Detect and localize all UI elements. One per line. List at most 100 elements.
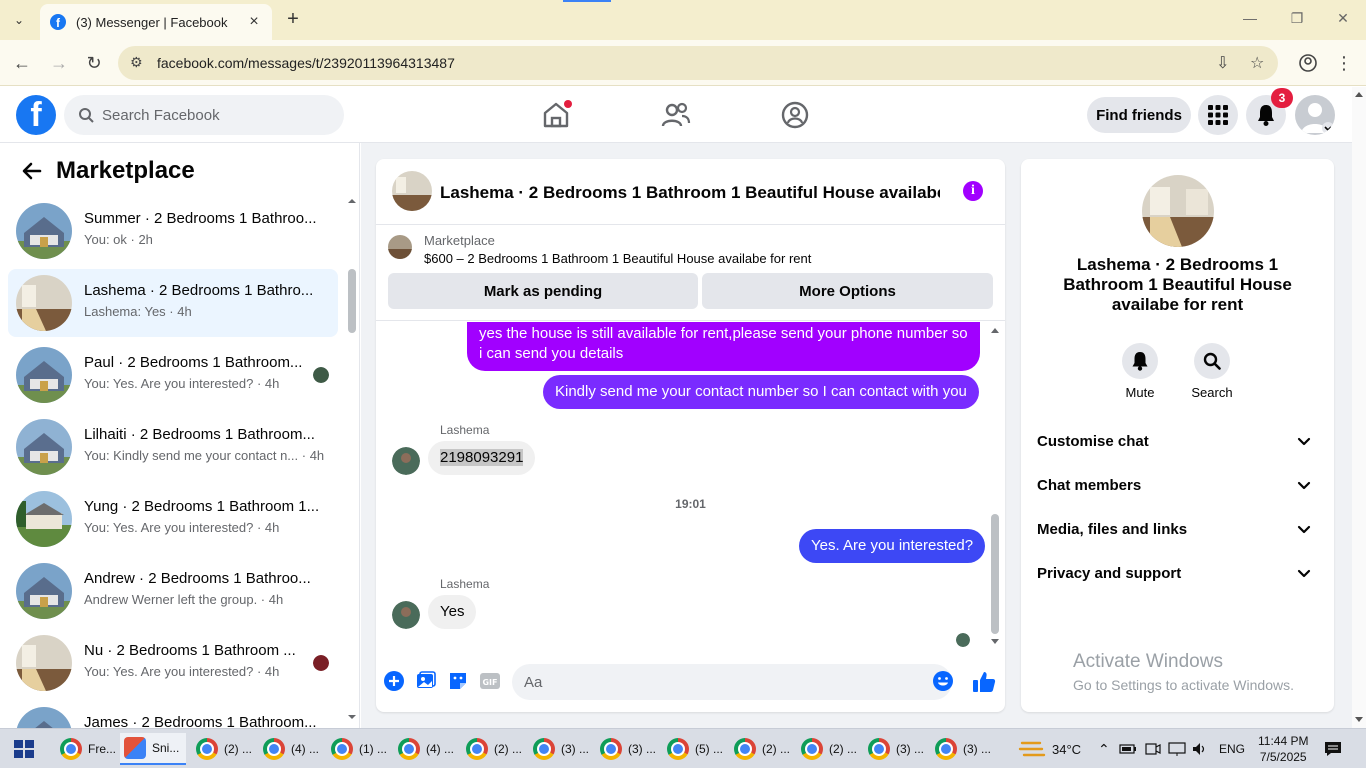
taskbar-snipping-tool[interactable]: Sni... <box>120 733 186 765</box>
sender-avatar[interactable] <box>392 447 420 475</box>
facebook-logo-icon[interactable]: f <box>16 95 56 135</box>
listing-profile-image[interactable] <box>1142 175 1214 247</box>
omnibox[interactable]: ⚙ facebook.com/messages/t/23920113964313… <box>118 46 1278 80</box>
taskbar-chrome-window[interactable]: (2) ... <box>730 733 792 765</box>
back-arrow-icon[interactable] <box>20 159 44 183</box>
sender-avatar[interactable] <box>392 601 420 629</box>
site-info-icon[interactable]: ⚙ <box>130 54 143 71</box>
taskbar-chrome-window[interactable]: (2) ... <box>192 733 254 765</box>
outgoing-message[interactable]: Yes. Are you interested? <box>799 529 986 563</box>
menu-grid-icon[interactable] <box>1198 95 1238 135</box>
reload-icon[interactable]: ↻ <box>83 52 105 74</box>
windows-start-icon[interactable] <box>14 740 34 758</box>
outgoing-message[interactable]: Kindly send me your contact number so I … <box>543 375 979 409</box>
chat-listing-avatar[interactable] <box>392 171 432 211</box>
chat-members-row[interactable]: Chat members <box>1029 463 1326 507</box>
browser-tab-messenger[interactable]: f (3) Messenger | Facebook × <box>40 4 272 40</box>
conversation-item[interactable]: Paul · 2 Bedrooms 1 Bathroom... You: Yes… <box>8 341 338 409</box>
taskbar-chrome-window[interactable]: (4) ... <box>394 733 456 765</box>
close-window-icon[interactable]: ✕ <box>1333 10 1353 27</box>
action-center-icon[interactable] <box>1324 729 1342 768</box>
conversation-item[interactable]: Yung · 2 Bedrooms 1 Bathroom 1... You: Y… <box>8 485 338 553</box>
scrollbar-thumb[interactable] <box>348 269 356 333</box>
friends-icon[interactable] <box>660 99 692 131</box>
chrome-icon <box>466 738 488 760</box>
conversation-item[interactable]: Lilhaiti · 2 Bedrooms 1 Bathroom... You:… <box>8 413 338 481</box>
taskbar-chrome-window[interactable]: (5) ... <box>663 733 725 765</box>
conversation-item[interactable]: Nu · 2 Bedrooms 1 Bathroom ... You: Yes.… <box>8 629 338 697</box>
taskbar-chrome-window[interactable]: (3) ... <box>864 733 926 765</box>
conversation-item[interactable]: Andrew · 2 Bedrooms 1 Bathroo... Andrew … <box>8 557 338 625</box>
mute-action[interactable]: Mute <box>1110 343 1170 400</box>
emoji-icon[interactable] <box>932 670 954 692</box>
privacy-support-row[interactable]: Privacy and support <box>1029 551 1326 595</box>
thumbs-up-icon[interactable] <box>972 670 996 694</box>
mark-as-pending-button[interactable]: Mark as pending <box>388 273 698 309</box>
tab-search-button[interactable]: ⌄ <box>6 8 32 32</box>
back-icon[interactable]: ← <box>11 52 33 74</box>
input-language[interactable]: ENG <box>1219 729 1245 768</box>
show-hidden-icons-icon[interactable]: ⌃ <box>1098 729 1110 768</box>
install-app-icon[interactable]: ⇩ <box>1216 53 1229 73</box>
battery-icon[interactable] <box>1119 729 1137 768</box>
home-icon[interactable] <box>540 99 572 131</box>
browser-menu-icon[interactable]: ⋮ <box>1333 52 1355 74</box>
page-scrollbar[interactable] <box>1352 87 1366 728</box>
chrome-icon <box>935 738 957 760</box>
info-icon[interactable]: i <box>963 181 983 201</box>
find-friends-button[interactable]: Find friends <box>1087 97 1191 133</box>
listing-price-title[interactable]: $600 – 2 Bedrooms 1 Bathroom 1 Beautiful… <box>424 251 811 266</box>
meet-now-icon[interactable] <box>1145 729 1161 768</box>
profile-icon[interactable] <box>1297 52 1319 74</box>
plus-actions-icon[interactable] <box>383 670 405 692</box>
taskbar-chrome-window[interactable]: (1) ... <box>327 733 389 765</box>
forward-icon[interactable]: → <box>48 52 70 74</box>
account-avatar[interactable] <box>1295 95 1335 135</box>
facebook-search[interactable] <box>64 95 344 135</box>
conversation-item[interactable]: Summer · 2 Bedrooms 1 Bathroo... You: ok… <box>8 197 338 265</box>
conversation-item[interactable]: James · 2 Bedrooms 1 Bathroom... <box>8 701 338 728</box>
attach-image-icon[interactable] <box>415 670 437 692</box>
magnifier-icon[interactable] <box>1194 343 1230 379</box>
chrome-icon <box>868 738 890 760</box>
taskbar-chrome-window[interactable]: (2) ... <box>797 733 859 765</box>
clock[interactable]: 11:44 PM 7/5/2025 <box>1258 729 1308 768</box>
section-label: Media, files and links <box>1037 520 1188 538</box>
chat-title[interactable]: Lashema · 2 Bedrooms 1 Bathroom 1 Beauti… <box>440 183 940 203</box>
taskbar-chrome-window[interactable]: (4) ... <box>259 733 321 765</box>
sender-name: Lashema <box>440 577 490 591</box>
customise-chat-row[interactable]: Customise chat <box>1029 419 1326 463</box>
facebook-search-input[interactable] <box>102 106 322 124</box>
taskbar-chrome-window[interactable]: (3) ... <box>596 733 658 765</box>
tab-accent <box>563 0 611 2</box>
bookmark-star-icon[interactable]: ☆ <box>1250 53 1264 73</box>
search-action[interactable]: Search <box>1182 343 1242 400</box>
restore-icon[interactable]: ❐ <box>1287 10 1307 27</box>
minimize-icon[interactable]: — <box>1240 10 1260 26</box>
facebook-header: f Find friends 3 <box>0 87 1352 143</box>
taskbar-chrome-window[interactable]: (2) ... <box>462 733 524 765</box>
taskbar-chrome-window[interactable]: (3) ... <box>931 733 993 765</box>
gif-icon[interactable]: GIF <box>479 670 501 692</box>
bell-icon[interactable] <box>1122 343 1158 379</box>
new-tab-button[interactable]: + <box>283 8 303 31</box>
outgoing-message[interactable]: yes the house is still available for ren… <box>467 322 980 371</box>
taskbar-chrome-window[interactable]: (3) ... <box>529 733 591 765</box>
groups-icon[interactable] <box>779 99 811 131</box>
incoming-message[interactable]: 2198093291 <box>428 441 536 475</box>
incoming-message[interactable]: Yes <box>428 595 477 629</box>
url-text[interactable]: facebook.com/messages/t/2392011396431348… <box>157 55 455 71</box>
network-icon[interactable] <box>1168 729 1186 768</box>
house-thumbnail <box>16 491 72 547</box>
more-options-button[interactable]: More Options <box>702 273 993 309</box>
taskbar-chrome-window[interactable]: Fre... <box>56 733 118 765</box>
tab-close-icon[interactable]: × <box>246 13 262 31</box>
listing-thumbnail <box>388 235 412 259</box>
volume-icon[interactable] <box>1192 729 1208 768</box>
media-files-links-row[interactable]: Media, files and links <box>1029 507 1326 551</box>
message-input[interactable] <box>512 664 952 700</box>
chat-scrollbar-thumb[interactable] <box>991 514 999 634</box>
sticker-icon[interactable] <box>447 670 469 692</box>
conversation-item-active[interactable]: Lashema · 2 Bedrooms 1 Bathro... Lashema… <box>8 269 338 337</box>
weather-widget[interactable]: 34°C <box>1018 729 1081 768</box>
